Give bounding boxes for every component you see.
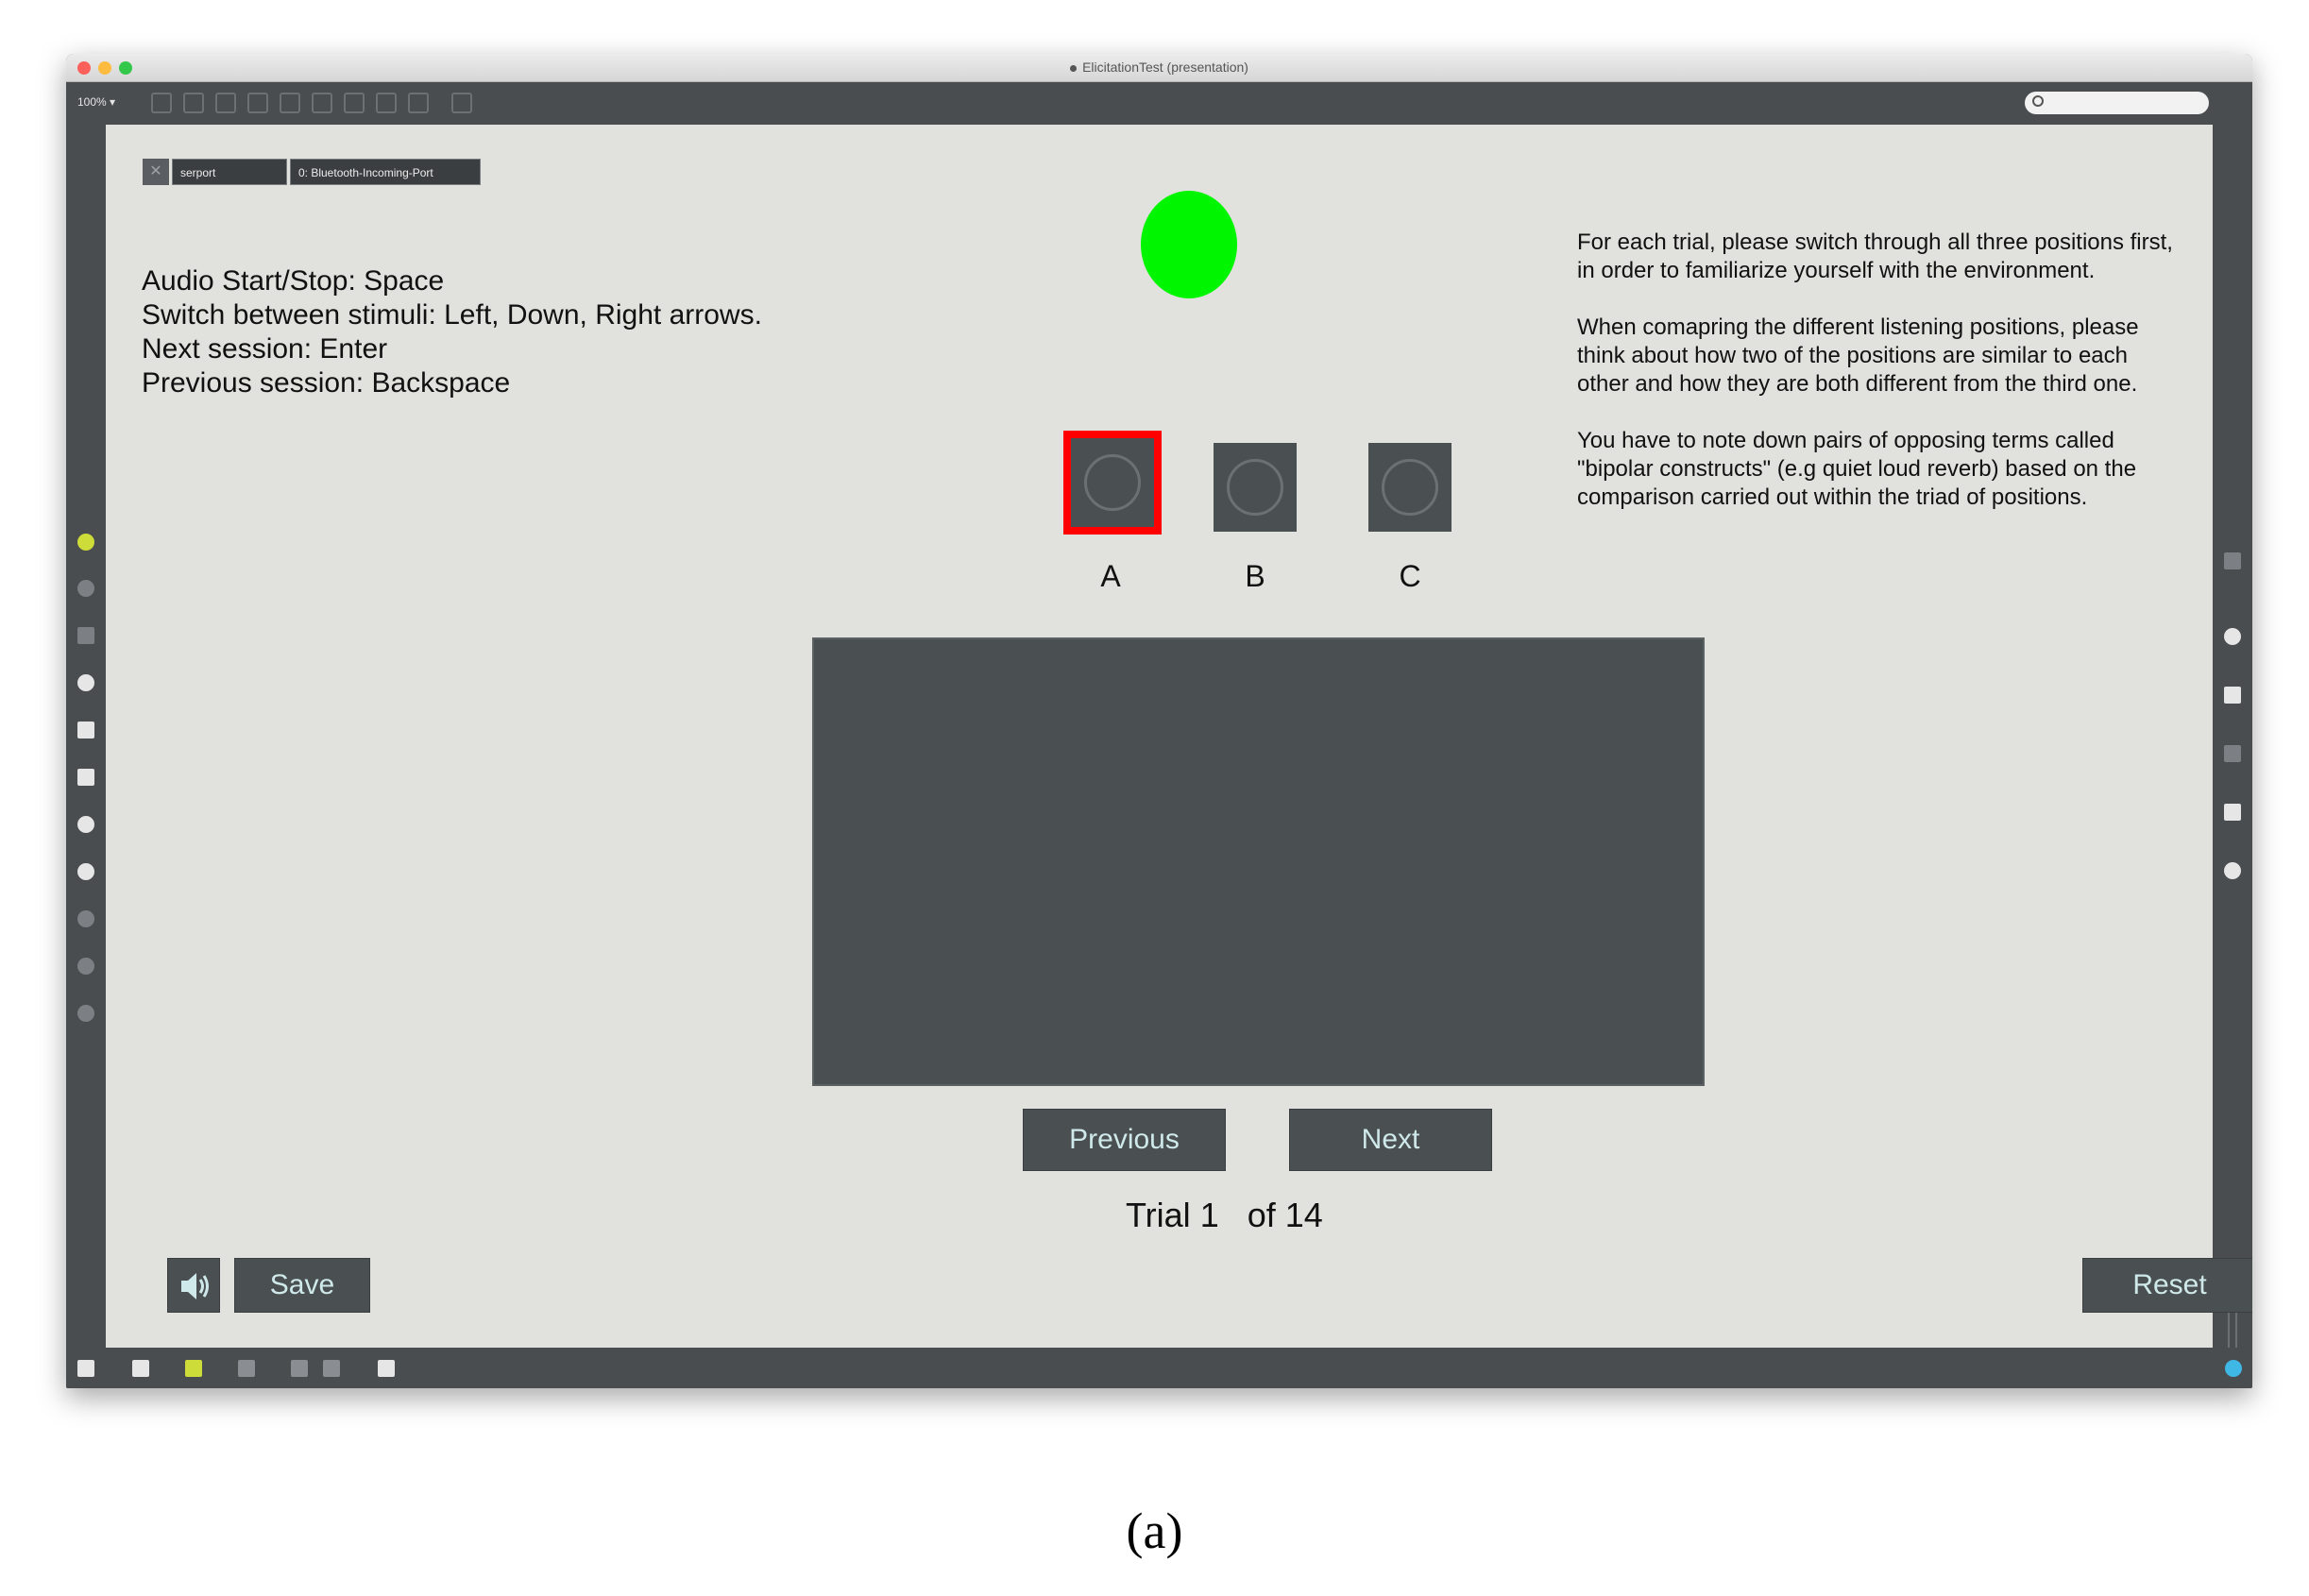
- music-note-icon[interactable]: [77, 674, 94, 691]
- reset-button[interactable]: Reset: [2082, 1258, 2252, 1313]
- stage: ElicitationTest (presentation) 100% ▾ ✕ …: [0, 0, 2309, 1596]
- number-icon[interactable]: [312, 93, 332, 113]
- figure-caption: (a): [0, 1502, 2309, 1560]
- search-circle-icon[interactable]: [77, 958, 94, 975]
- save-button[interactable]: Save: [234, 1258, 370, 1313]
- power-icon[interactable]: [2225, 1360, 2242, 1377]
- browser-icon[interactable]: [77, 580, 94, 597]
- toggle-icon[interactable]: [280, 93, 300, 113]
- stimulus-button-a[interactable]: [1063, 431, 1162, 535]
- stimulus-label-a: A: [1100, 559, 1121, 593]
- stimulus-ring-icon: [1227, 459, 1283, 516]
- stimulus-button-c[interactable]: [1368, 443, 1452, 532]
- trial-of: of: [1247, 1196, 1276, 1234]
- book-icon[interactable]: [2224, 687, 2241, 704]
- trial-total: 14: [1284, 1196, 1323, 1234]
- new-object-icon[interactable]: [151, 93, 172, 113]
- audio-toggle-button[interactable]: [167, 1258, 220, 1313]
- comment-bubble-icon[interactable]: [185, 1360, 202, 1377]
- instruction-line: Audio Start/Stop: Space: [142, 265, 445, 297]
- wrench-icon[interactable]: [378, 1360, 395, 1377]
- status-indicator-led: [1141, 191, 1237, 298]
- zoom-level: 100%: [77, 95, 107, 109]
- play-bracket-icon[interactable]: [77, 722, 94, 739]
- info-icon[interactable]: [2224, 628, 2241, 645]
- task-instructions: For each trial, please switch through al…: [1577, 229, 2182, 540]
- bottom-bar: [66, 1348, 2252, 1388]
- previous-button[interactable]: Previous: [1023, 1109, 1226, 1171]
- right-sidebar: [2213, 125, 2252, 1388]
- float-icon[interactable]: [344, 93, 365, 113]
- inspector-icon[interactable]: [2224, 552, 2241, 569]
- grid-icon[interactable]: [77, 627, 94, 644]
- title-bar: ElicitationTest (presentation): [66, 54, 2252, 82]
- search-input[interactable]: [2025, 92, 2209, 114]
- search-icon: [2032, 95, 2044, 107]
- serial-device-label: 0: Bluetooth-Incoming-Port: [298, 166, 433, 179]
- stimulus-ring-icon: [1084, 454, 1141, 511]
- caption-text: (a): [1126, 1503, 1183, 1559]
- plus-icon[interactable]: [408, 93, 429, 113]
- instruction-line: Switch between stimuli: Left, Down, Righ…: [142, 299, 762, 331]
- close-serial-icon[interactable]: ✕: [143, 159, 169, 185]
- serial-port-selector: ✕ serport 0: Bluetooth-Incoming-Port: [143, 159, 481, 185]
- stimulus-button-b[interactable]: [1214, 443, 1297, 532]
- message-icon[interactable]: [183, 93, 204, 113]
- window-title: ElicitationTest (presentation): [66, 59, 2252, 75]
- serial-device-menu[interactable]: 0: Bluetooth-Incoming-Port: [290, 159, 481, 185]
- stimulus-label-b: B: [1245, 559, 1265, 593]
- help-paragraph: You have to note down pairs of opposing …: [1577, 428, 2137, 510]
- zoom-menu[interactable]: 100% ▾: [77, 95, 115, 109]
- camera-icon[interactable]: [2224, 862, 2241, 879]
- next-button[interactable]: Next: [1289, 1109, 1492, 1171]
- toolbar: 100% ▾: [66, 82, 2252, 125]
- serial-port-label: serport: [180, 166, 216, 179]
- trial-current: 1: [1199, 1196, 1219, 1234]
- instruction-line: Previous session: Backspace: [142, 367, 511, 399]
- columns-icon[interactable]: [2224, 804, 2241, 821]
- presentation-mode-icon[interactable]: [132, 1360, 149, 1377]
- puzzle-icon[interactable]: [77, 863, 94, 880]
- serial-port-menu[interactable]: serport: [172, 159, 287, 185]
- patcher-canvas: ✕ serport 0: Bluetooth-Incoming-Port Aud…: [106, 125, 2252, 1348]
- package-icon[interactable]: [77, 910, 94, 927]
- left-sidebar: [66, 125, 106, 1348]
- comment-icon[interactable]: [215, 93, 236, 113]
- paperclip-icon[interactable]: [77, 816, 94, 833]
- lock-icon[interactable]: [77, 1360, 94, 1377]
- instruction-line: Next session: Enter: [142, 333, 388, 365]
- stimulus-label-c: C: [1399, 559, 1421, 593]
- keyboard-instructions: Audio Start/Stop: Space Switch between s…: [142, 264, 762, 400]
- dial-icon[interactable]: [376, 93, 397, 113]
- cloud-icon[interactable]: [451, 93, 472, 113]
- hammer-icon[interactable]: [291, 1360, 308, 1377]
- stimulus-ring-icon: [1382, 459, 1438, 516]
- modified-dot-icon: [1070, 64, 1078, 72]
- grid-toggle-icon[interactable]: [238, 1360, 255, 1377]
- visual-display-panel: [812, 637, 1705, 1086]
- object-palette-icon[interactable]: [77, 534, 94, 551]
- app-window: ElicitationTest (presentation) 100% ▾ ✕ …: [66, 54, 2252, 1388]
- list-icon[interactable]: [2224, 745, 2241, 762]
- debug-icon[interactable]: [323, 1360, 340, 1377]
- image-icon[interactable]: [77, 769, 94, 786]
- trial-prefix: Trial: [1126, 1196, 1191, 1234]
- help-paragraph: For each trial, please switch through al…: [1577, 229, 2173, 283]
- help-paragraph: When comapring the different listening p…: [1577, 314, 2139, 397]
- star-icon[interactable]: [77, 1005, 94, 1022]
- button-icon[interactable]: [247, 93, 268, 113]
- trial-counter: Trial 1 of 14: [1126, 1196, 1323, 1235]
- window-title-text: ElicitationTest (presentation): [1082, 59, 1248, 75]
- speaker-icon: [181, 1273, 209, 1299]
